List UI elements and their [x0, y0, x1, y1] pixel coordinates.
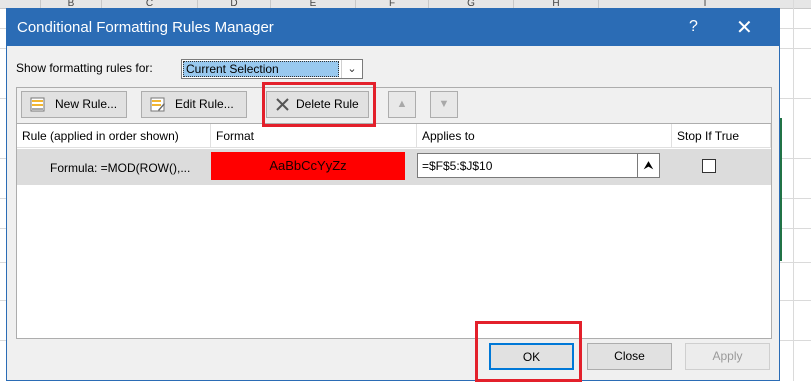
apply-button[interactable]: Apply — [685, 343, 770, 370]
new-rule-label: New Rule... — [55, 97, 118, 111]
dialog-title: Conditional Formatting Rules Manager — [17, 19, 274, 36]
table-row[interactable]: Formula: =MOD(ROW(),... AaBbCcYyZz =$F$5… — [17, 149, 771, 185]
edit-rule-icon — [150, 97, 165, 112]
close-button[interactable]: Close — [587, 343, 672, 370]
column-header-applies-to: Applies to — [417, 124, 672, 148]
new-rule-icon — [30, 97, 45, 112]
show-rules-value: Current Selection — [183, 61, 339, 77]
new-rule-button[interactable]: New Rule... — [21, 91, 127, 118]
move-up-button[interactable]: ▲ — [388, 91, 416, 118]
show-rules-label: Show formatting rules for: — [16, 61, 153, 75]
rule-description: Formula: =MOD(ROW(),... — [50, 161, 191, 175]
format-preview: AaBbCcYyZz — [211, 152, 405, 180]
stop-if-true-checkbox[interactable] — [702, 159, 716, 173]
column-header-format: Format — [211, 124, 417, 148]
selection-border — [780, 118, 782, 261]
applies-to-field[interactable]: =$F$5:$J$10 ⮝ — [417, 153, 660, 178]
applies-to-value: =$F$5:$J$10 — [422, 159, 493, 173]
highlight-box-delete — [262, 82, 376, 127]
close-icon[interactable]: ✕ — [736, 15, 753, 40]
range-picker-icon[interactable]: ⮝ — [637, 154, 659, 177]
move-down-icon: ▼ — [438, 98, 450, 110]
edit-rule-button[interactable]: Edit Rule... — [141, 91, 247, 118]
edit-rule-label: Edit Rule... — [175, 97, 234, 111]
move-up-icon: ▲ — [396, 98, 408, 110]
conditional-formatting-dialog: Conditional Formatting Rules Manager ? ✕… — [6, 8, 780, 382]
column-header-stop-if-true: Stop If True — [672, 124, 771, 148]
column-header-rule: Rule (applied in order shown) — [17, 124, 211, 148]
show-rules-select[interactable]: Current Selection ⌄ — [181, 59, 363, 79]
move-down-button[interactable]: ▼ — [430, 91, 458, 118]
highlight-box-ok — [475, 321, 582, 382]
title-bar[interactable]: Conditional Formatting Rules Manager ? ✕ — [7, 9, 779, 46]
help-button[interactable]: ? — [689, 18, 698, 36]
rules-table: Rule (applied in order shown) Format App… — [16, 124, 772, 339]
chevron-down-icon[interactable]: ⌄ — [341, 60, 362, 78]
grid-line — [793, 0, 794, 381]
